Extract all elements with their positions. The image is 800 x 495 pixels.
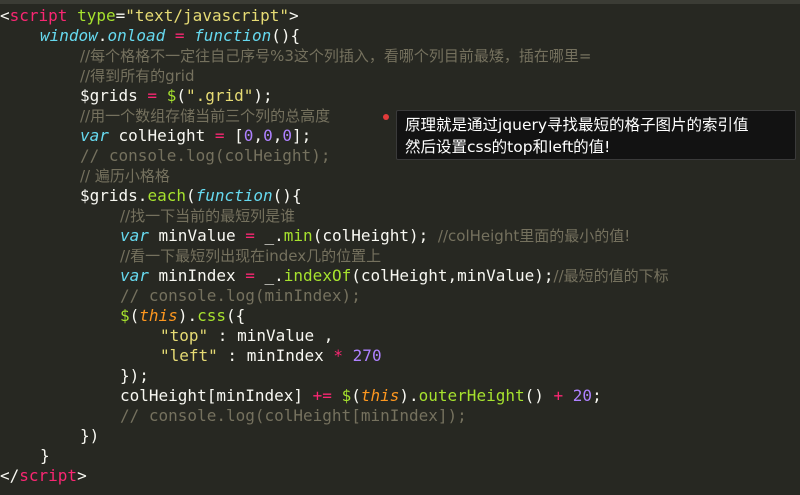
code-line-19: }); [120,366,149,385]
code-line-8: // console.log(colHeight); [80,146,331,165]
code-line-6: //用一个数组存储当前三个列的总高度 [80,107,331,125]
annotation-marker-icon[interactable] [383,114,389,120]
code-line-2: window.onload = function(){ [40,26,301,45]
code-line-7: var colHeight = [0,0,0]; [80,126,312,145]
code-line-17: "top" : minValue , [160,326,334,345]
code-line-5: $grids = $(".grid"); [80,86,273,105]
code-line-22: }) [80,426,100,445]
code-line-21: // console.log(colHeight[minIndex]); [120,406,467,425]
code-line-4: //得到所有的grid [80,67,195,85]
code-line-12: var minValue = _.min(colHeight); //colHe… [120,226,631,245]
code-line-23: } [40,446,50,465]
code-line-18: "left" : minIndex * 270 [160,346,382,365]
tooltip-line-2: 然后设置css的top和left的值! [405,138,611,156]
tooltip-line-1: 原理就是通过jquery寻找最短的格子图片的索引值 [405,116,749,134]
code-line-15: // console.log(minIndex); [120,286,361,305]
code-line-9: // 遍历小格格 [80,167,170,185]
code-line-24: </script> [0,466,87,485]
code-line-11: //找一下当前的最短列是谁 [120,207,296,225]
code-line-20: colHeight[minIndex] += $(this).outerHeig… [120,386,602,405]
code-line-13: //看一下最短列出现在index几的位置上 [120,247,382,265]
code-line-10: $grids.each(function(){ [80,186,302,205]
code-line-16: $(this).css({ [120,306,246,325]
code-line-14: var minIndex = _.indexOf(colHeight,minVa… [120,266,669,285]
code-line-3: //每个格格不一定往自己序号%3这个列插入，看哪个列目前最矮，插在哪里= [80,47,592,65]
code-editor[interactable]: <script type="text/javascript"> window.o… [0,0,800,495]
previous-line-fragment [0,0,800,4]
annotation-tooltip: 原理就是通过jquery寻找最短的格子图片的索引值 然后设置css的top和le… [396,110,796,160]
code-line-1: <script type="text/javascript"> [0,6,299,25]
